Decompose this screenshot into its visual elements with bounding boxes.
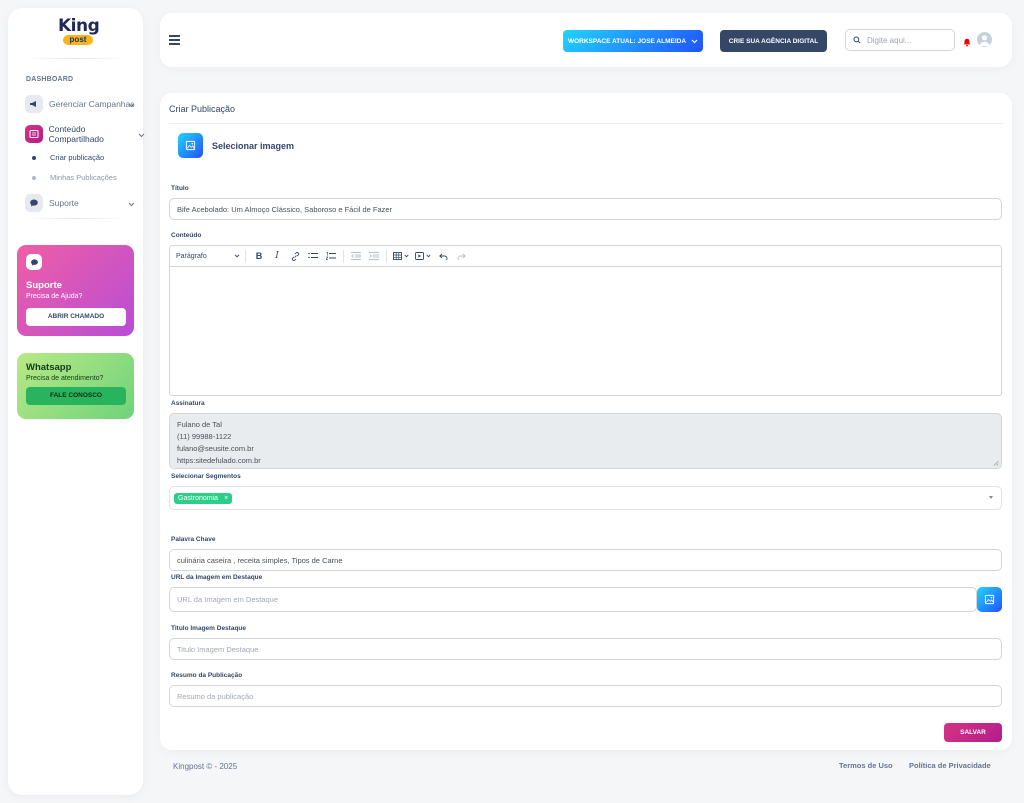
segment-tag-label: Gastronomia [178, 494, 219, 502]
topbar: WORKSPACE ATUAL: JOSE ALMEIDA CRIE SUA A… [160, 13, 1012, 67]
title-divider [169, 123, 1003, 124]
image-icon [984, 594, 995, 605]
indent-icon[interactable] [365, 250, 383, 263]
hamburger-menu-icon[interactable] [169, 35, 180, 47]
summary-label: Resumo da Publicação [171, 672, 243, 679]
create-post-card: Criar Publicação Selecionar imagem Títul… [160, 93, 1012, 750]
sidebar-item-label: Suporte [49, 198, 79, 208]
table-icon[interactable] [390, 250, 412, 263]
page-title: Criar Publicação [169, 104, 236, 114]
sidebar-item-label: Conteúdo Compartilhado [48, 124, 104, 144]
sidebar-item-gerenciar-campanhas[interactable]: Gerenciar Campanhas [25, 93, 141, 115]
sidebar-section-label: DASHBOARD [26, 76, 74, 83]
remove-tag-icon[interactable]: × [224, 495, 228, 502]
chevron-down-icon [128, 199, 135, 209]
whatsapp-card: Whatsapp Precisa de atendimento? FALE CO… [17, 353, 134, 419]
signature-textarea[interactable]: Fulano de Tal (11) 99988-1122 fulano@seu… [169, 413, 1002, 469]
kingpost-logo[interactable]: King post [58, 18, 100, 54]
featured-image-url-input[interactable]: URL da Imagem em Destaque [169, 587, 977, 612]
featured-image-url-label: URL da Imagem em Destaque [171, 574, 263, 581]
sidebar-subitem-label: Criar publicação [50, 153, 105, 162]
terms-link[interactable]: Termos de Uso [839, 761, 893, 770]
bold-icon[interactable]: B [250, 250, 268, 263]
block-format-value: Parágrafo [176, 252, 207, 260]
numbered-list-icon[interactable] [322, 250, 340, 263]
footer-copyright: Kingpost © - 2025 [173, 762, 238, 771]
dropdown-caret-icon [989, 496, 993, 499]
chevron-down-icon [234, 254, 240, 258]
open-ticket-button[interactable]: ABRIR CHAMADO [26, 308, 126, 326]
chevron-down-icon [138, 130, 145, 140]
resize-handle-icon[interactable] [993, 460, 999, 466]
editor-toolbar: Parágrafo B I [170, 246, 1001, 267]
megaphone-icon [25, 95, 43, 113]
select-image-label: Selecionar imagem [212, 141, 295, 151]
signature-line: (11) 99988-1122 [177, 432, 232, 441]
sidebar-subitem-minhas-publicacoes[interactable]: Minhas Publicações [32, 173, 117, 182]
summary-input[interactable]: Resumo da publicação [169, 685, 1002, 707]
outdent-icon[interactable] [347, 250, 365, 263]
chevron-down-icon [691, 39, 698, 43]
redo-icon[interactable] [452, 250, 470, 263]
keyword-label: Palavra Chave [171, 536, 216, 543]
support-card-subtitle: Precisa de Ajuda? [26, 293, 83, 300]
contact-us-button[interactable]: FALE CONOSCO [26, 387, 126, 405]
sidebar-item-suporte[interactable]: Suporte [25, 192, 141, 214]
chat-icon [26, 254, 42, 270]
content-label: Conteúdo [171, 232, 202, 239]
sidebar-item-conteudo-compartilhado[interactable]: Conteúdo Compartilhado [25, 123, 145, 145]
keyword-input[interactable]: culinária caseira , receita simples, Tip… [169, 549, 1002, 571]
support-card-title: Suporte [26, 280, 62, 291]
search-icon [853, 36, 861, 44]
sidebar: King post DASHBOARD Gerenciar Campanhas … [8, 8, 145, 795]
pick-image-button[interactable] [977, 587, 1002, 612]
support-card: Suporte Precisa de Ajuda? ABRIR CHAMADO [17, 245, 134, 336]
workspace-button[interactable]: WORKSPACE ATUAL: JOSE ALMEIDA [563, 30, 703, 52]
featured-image-title-label: Titulo Imagem Destaque [171, 625, 247, 632]
privacy-link[interactable]: Política de Privacidade [909, 761, 991, 770]
toolbar-divider [386, 249, 387, 263]
segments-label: Selecionar Segmentos [171, 473, 241, 480]
link-icon[interactable] [286, 250, 304, 263]
signature-label: Assinatura [171, 400, 205, 407]
undo-icon[interactable] [434, 250, 452, 263]
whatsapp-card-title: Whatsapp [26, 362, 72, 373]
workspace-button-label: WORKSPACE ATUAL: JOSE ALMEIDA [567, 37, 687, 45]
select-image-button[interactable] [178, 133, 203, 158]
segment-tag: Gastronomia × [174, 492, 233, 504]
rich-text-editor: Parágrafo B I [169, 245, 1002, 396]
sidebar-item-label: Gerenciar Campanhas [49, 99, 135, 109]
bullet-list-icon[interactable] [304, 250, 322, 263]
chevron-down-icon [128, 100, 135, 110]
signature-line: https:sitedefulado.com.br [177, 456, 261, 465]
signature-line: fulano@seusite.com.br [177, 444, 254, 453]
sidebar-subitem-label: Minhas Publicações [50, 173, 117, 182]
sidebar-divider [26, 58, 126, 59]
search-input[interactable]: Digite aqui... [845, 29, 955, 51]
media-embed-icon[interactable] [412, 250, 434, 263]
search-placeholder: Digite aqui... [867, 35, 912, 45]
segments-select[interactable]: Gastronomia × [169, 486, 1002, 510]
bullet-icon [32, 175, 36, 180]
title-input[interactable]: Bife Acebolado: Um Almoço Clássico, Sabo… [169, 198, 1002, 220]
bullet-icon [32, 155, 36, 160]
whatsapp-card-subtitle: Precisa de atendimento? [26, 375, 104, 382]
image-icon [185, 140, 196, 151]
bell-icon[interactable] [963, 34, 971, 52]
featured-image-title-input[interactable]: Titulo Imagem Destaque [169, 638, 1002, 660]
sidebar-divider [26, 218, 126, 219]
signature-line: Fulano de Tal [177, 420, 222, 429]
block-format-select[interactable]: Parágrafo [176, 249, 246, 263]
newspaper-icon [25, 125, 43, 143]
chat-icon [25, 194, 43, 212]
sidebar-subitem-criar-publicacao[interactable]: Criar publicação [32, 153, 104, 162]
toolbar-divider [343, 249, 344, 263]
save-button[interactable]: SALVAR [944, 723, 1002, 742]
avatar[interactable] [977, 32, 992, 47]
title-label: Título [171, 185, 189, 192]
create-agency-button[interactable]: CRIE SUA AGÊNCIA DIGITAL [720, 30, 827, 52]
italic-icon[interactable]: I [268, 250, 286, 263]
